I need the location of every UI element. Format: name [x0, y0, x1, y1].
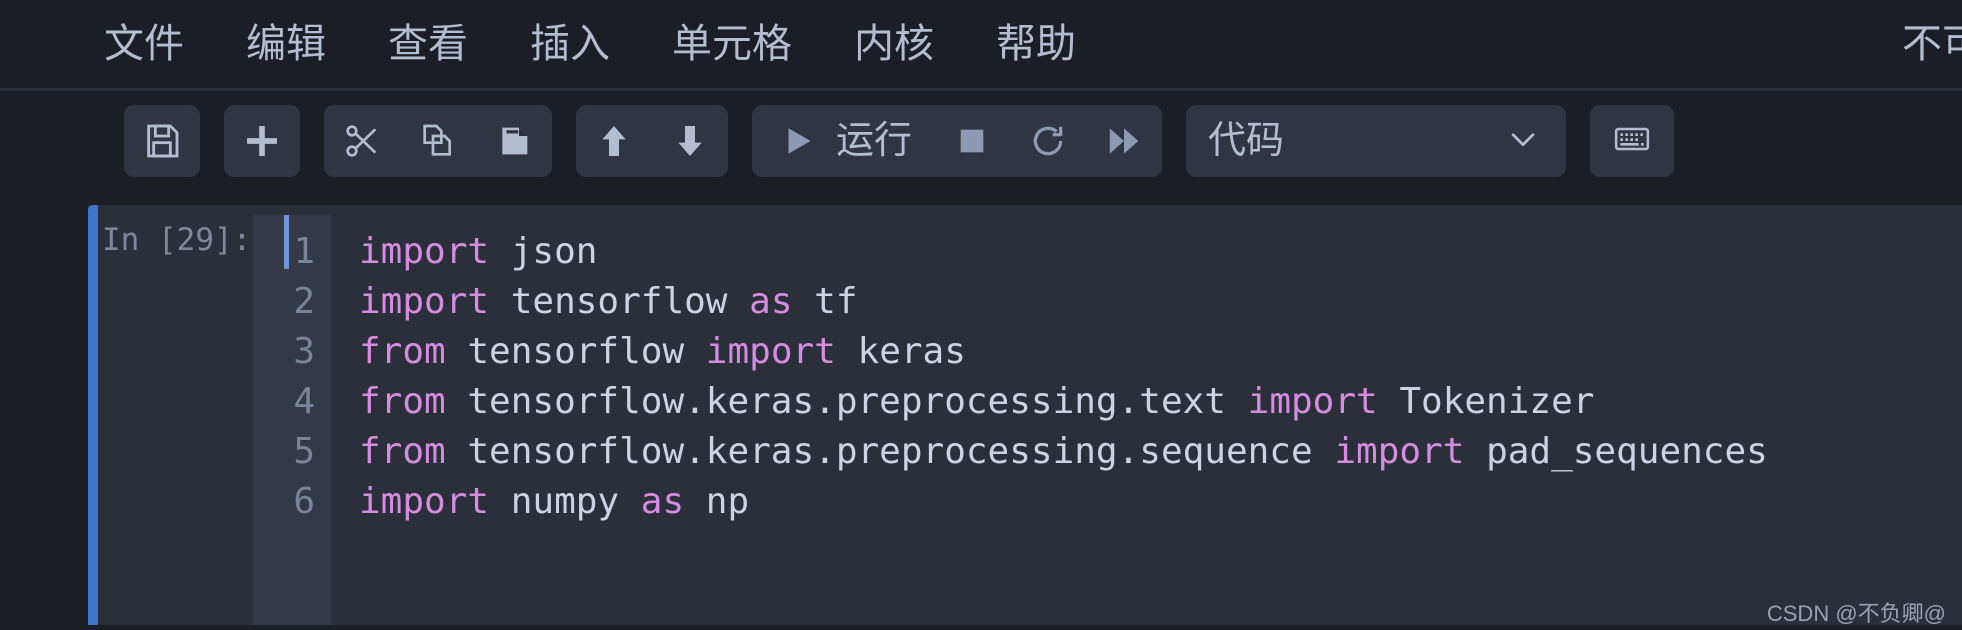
keyboard-icon	[1612, 119, 1652, 164]
menubar: 文件 编辑 查看 插入 单元格 内核 帮助 不可	[0, 0, 1962, 88]
arrow-up-icon	[594, 121, 634, 161]
paste-icon	[494, 121, 534, 161]
menu-item-kernel[interactable]: 内核	[854, 24, 934, 64]
code-keyword: from	[359, 381, 446, 422]
run-button-label[interactable]: 运行	[836, 122, 934, 160]
code-identifier: pad_sequences	[1464, 431, 1768, 472]
interrupt-kernel-button[interactable]	[934, 105, 1010, 177]
code-line: import json	[359, 227, 1962, 277]
cell-editor[interactable]: 123456 import json import tensorflow as t…	[253, 205, 1962, 625]
line-number: 3	[293, 331, 315, 372]
save-group	[124, 105, 200, 177]
code-identifier: tensorflow	[489, 281, 750, 322]
code-identifier: np	[684, 481, 750, 522]
code-line: from tensorflow.keras.preprocessing.sequ…	[359, 427, 1962, 477]
floppy-disk-save-icon	[142, 121, 182, 161]
move-cell-up-button[interactable]	[576, 105, 652, 177]
arrow-down-icon	[670, 121, 710, 161]
move-cell-down-button[interactable]	[652, 105, 728, 177]
run-button[interactable]	[760, 105, 836, 177]
restart-kernel-button[interactable]	[1010, 105, 1086, 177]
clipboard-group	[324, 105, 552, 177]
cell-type-value: 代码	[1208, 120, 1285, 162]
scissors-cut-icon	[342, 121, 382, 161]
code-identifier: tensorflow.keras.preprocessing.sequence	[445, 431, 1335, 472]
code-keyword: import	[359, 231, 490, 272]
code-identifier: tf	[792, 281, 858, 322]
code-keyword: import	[1334, 431, 1465, 472]
code-identifier: keras	[835, 331, 966, 372]
code-line: from tensorflow import keras	[359, 327, 1962, 377]
line-number: 5	[293, 431, 315, 472]
chevron-down-icon	[1506, 122, 1540, 161]
watermark: CSDN @不负卿@	[1766, 601, 1946, 626]
stop-square-icon	[955, 124, 989, 158]
code-line: import numpy as np	[359, 477, 1962, 527]
play-run-icon	[779, 122, 817, 160]
cut-button[interactable]	[324, 105, 400, 177]
code-keyword: import	[1247, 381, 1378, 422]
toolbar: 运行 代码	[0, 91, 1962, 191]
code-keyword: import	[359, 481, 490, 522]
execution-count-prompt: In [29]:	[102, 222, 252, 258]
menu-item-file[interactable]: 文件	[104, 24, 184, 64]
code-identifier: json	[489, 231, 598, 272]
insert-group	[224, 105, 300, 177]
code-identifier: Tokenizer	[1377, 381, 1595, 422]
jupyter-notebook-window: 文件 编辑 查看 插入 单元格 内核 帮助 不可	[0, 0, 1962, 630]
move-group	[576, 105, 728, 177]
copy-icon	[418, 121, 458, 161]
code-line: import tensorflow as tf	[359, 277, 1962, 327]
code-keyword: from	[359, 431, 446, 472]
restart-and-run-all-button[interactable]	[1086, 105, 1162, 177]
code-keyword: import	[705, 331, 836, 372]
save-button[interactable]	[124, 105, 200, 177]
code-keyword: import	[359, 281, 490, 322]
line-number: 2	[293, 281, 315, 322]
line-number-gutter: 123456	[253, 215, 331, 625]
text-cursor	[284, 215, 289, 269]
code-identifier: tensorflow.keras.preprocessing.text	[445, 381, 1248, 422]
menu-item-help[interactable]: 帮助	[996, 24, 1076, 64]
restart-circular-arrow-icon	[1029, 122, 1067, 160]
fast-forward-double-triangle-icon	[1105, 122, 1143, 160]
menu-item-insert[interactable]: 插入	[530, 24, 610, 64]
code-keyword: from	[359, 331, 446, 372]
add-cell-button[interactable]	[224, 105, 300, 177]
notebook-area: In [29]: 123456 import json import tensor…	[0, 191, 1962, 630]
code-keyword: as	[640, 481, 685, 522]
code-keyword: as	[749, 281, 793, 322]
trust-indicator[interactable]: 不可	[1902, 24, 1962, 64]
code-identifier: tensorflow	[445, 331, 706, 372]
line-number: 6	[293, 481, 315, 522]
cell-prompt-area: In [29]:	[88, 205, 253, 625]
code-cell[interactable]: In [29]: 123456 import json import tensor…	[88, 205, 1962, 625]
line-number: 4	[293, 381, 315, 422]
code-line: from tensorflow.keras.preprocessing.text…	[359, 377, 1962, 427]
run-controls-group: 运行	[752, 105, 1163, 177]
plus-add-cell-icon	[242, 121, 282, 161]
menu-item-view[interactable]: 查看	[388, 24, 468, 64]
menu-item-cell[interactable]: 单元格	[672, 24, 792, 64]
cell-type-dropdown[interactable]: 代码	[1186, 105, 1567, 177]
paste-button[interactable]	[476, 105, 552, 177]
cell-selection-bar	[88, 205, 98, 625]
command-palette-button[interactable]	[1590, 105, 1675, 177]
copy-button[interactable]	[400, 105, 476, 177]
menu-item-edit[interactable]: 编辑	[246, 24, 326, 64]
code-identifier: numpy	[489, 481, 641, 522]
code-content[interactable]: import json import tensorflow as tf from t…	[331, 215, 1962, 625]
